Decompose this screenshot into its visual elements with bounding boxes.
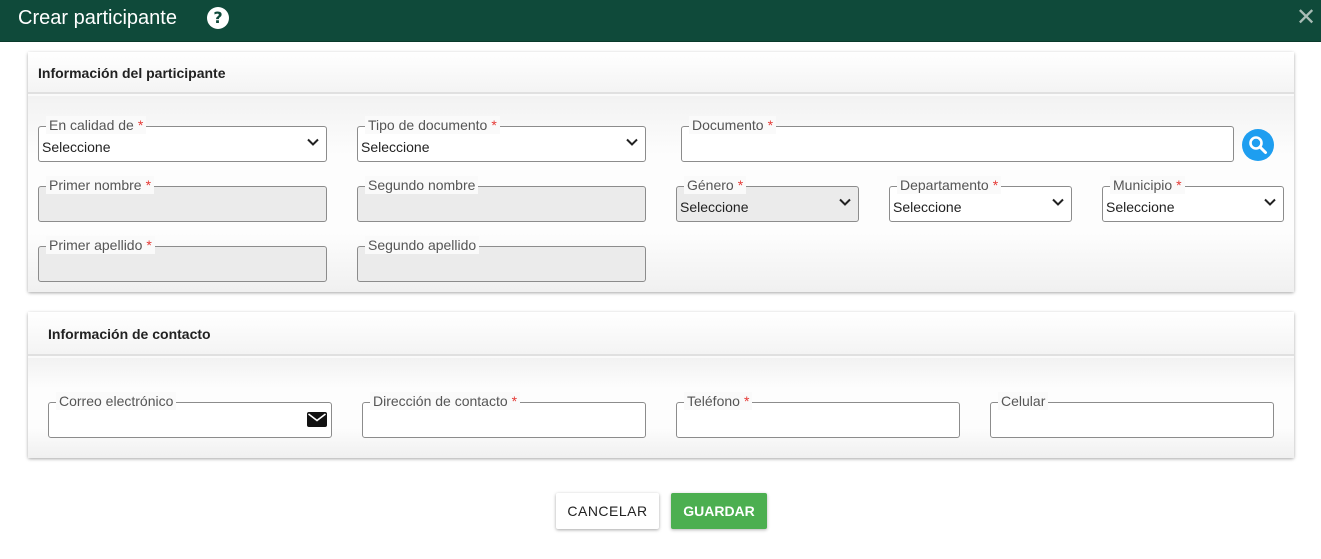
search-icon — [1249, 136, 1267, 154]
primer-apellido-input[interactable]: Primer apellido * — [38, 236, 327, 282]
required-marker: * — [992, 177, 999, 193]
primer-nombre-input[interactable]: Primer nombre * — [38, 176, 327, 222]
dialog-titlebar: Crear participante ? ✕ — [0, 0, 1321, 42]
search-document-button[interactable] — [1242, 129, 1274, 161]
required-marker: * — [145, 177, 152, 193]
telefono-input[interactable]: Teléfono * — [676, 392, 960, 438]
genero-select[interactable]: Género * Seleccione — [676, 176, 859, 222]
departamento-value: Seleccione — [893, 199, 962, 215]
genero-value: Seleccione — [680, 199, 749, 215]
chevron-down-icon — [626, 138, 638, 146]
cancel-button[interactable]: CANCELAR — [556, 493, 659, 529]
genero-label: Género — [687, 177, 734, 193]
required-marker: * — [743, 393, 750, 409]
direccion-label: Dirección de contacto — [373, 393, 508, 409]
segundo-nombre-label: Segundo nombre — [368, 177, 476, 193]
municipio-select[interactable]: Municipio * Seleccione — [1102, 176, 1284, 222]
chevron-down-icon — [1052, 198, 1064, 206]
participant-info-title: Información del participante — [38, 65, 226, 81]
chevron-down-icon — [1264, 198, 1276, 206]
participant-info-header: Información del participante — [28, 52, 1294, 94]
close-icon[interactable]: ✕ — [1294, 5, 1318, 29]
celular-input[interactable]: Celular — [990, 392, 1274, 438]
chevron-down-icon — [839, 198, 851, 206]
contact-info-header: Información de contacto — [28, 312, 1294, 356]
required-marker: * — [137, 117, 144, 133]
participant-info-card: Información del participante En calidad … — [28, 52, 1294, 292]
tipo-documento-value: Seleccione — [361, 139, 430, 155]
tipo-documento-select[interactable]: Tipo de documento * Seleccione — [357, 116, 646, 162]
documento-label: Documento — [692, 117, 764, 133]
tipo-documento-label: Tipo de documento — [368, 117, 488, 133]
chevron-down-icon — [307, 138, 319, 146]
departamento-select[interactable]: Departamento * Seleccione — [889, 176, 1072, 222]
primer-apellido-label: Primer apellido — [49, 237, 143, 253]
contact-info-card: Información de contacto Correo electróni… — [28, 312, 1294, 458]
segundo-apellido-label: Segundo apellido — [368, 237, 477, 253]
en-calidad-de-select[interactable]: En calidad de * Seleccione — [38, 116, 327, 162]
envelope-icon — [307, 412, 327, 427]
correo-input[interactable]: Correo electrónico — [48, 392, 332, 438]
segundo-apellido-input[interactable]: Segundo apellido — [357, 236, 646, 282]
en-calidad-de-value: Seleccione — [42, 139, 111, 155]
celular-label: Celular — [1001, 393, 1046, 409]
direccion-input[interactable]: Dirección de contacto * — [362, 392, 646, 438]
primer-nombre-label: Primer nombre — [49, 177, 142, 193]
required-marker: * — [767, 117, 774, 133]
save-button[interactable]: GUARDAR — [671, 493, 767, 529]
municipio-value: Seleccione — [1106, 199, 1175, 215]
question-circle-icon[interactable]: ? — [207, 7, 229, 29]
contact-info-title: Información de contacto — [48, 326, 211, 342]
required-marker: * — [491, 117, 497, 133]
documento-input[interactable]: Documento * — [681, 116, 1234, 162]
correo-label: Correo electrónico — [59, 393, 174, 409]
telefono-label: Teléfono — [687, 393, 740, 409]
dialog-title: Crear participante — [18, 7, 177, 29]
segundo-nombre-input[interactable]: Segundo nombre — [357, 176, 646, 222]
required-marker: * — [146, 237, 152, 253]
required-marker: * — [737, 177, 744, 193]
required-marker: * — [1176, 177, 1182, 193]
municipio-label: Municipio — [1113, 177, 1173, 193]
required-marker: * — [511, 393, 518, 409]
departamento-label: Departamento — [900, 177, 989, 193]
en-calidad-de-label: En calidad de — [49, 117, 134, 133]
